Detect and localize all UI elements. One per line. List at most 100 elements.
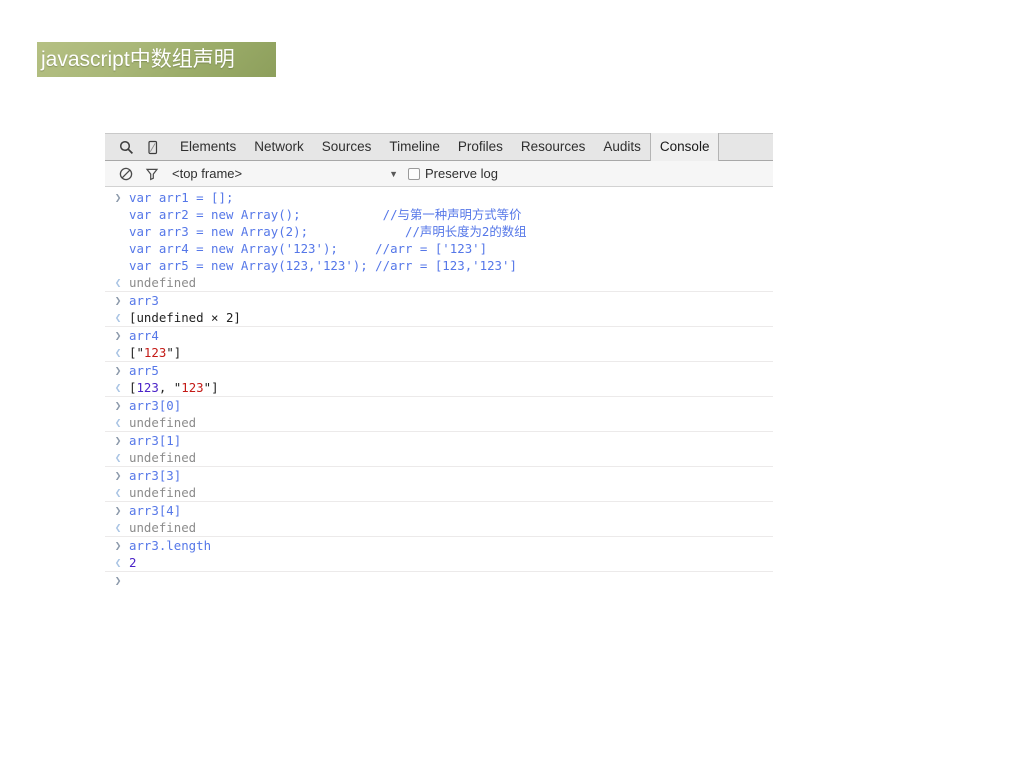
console-message-list[interactable]: ❯ var arr1 = []; var arr2 = new Array();… [105,187,773,589]
console-output-row: ❮ 2 [105,554,773,571]
console-input-code: var arr2 = new Array(); //与第一种声明方式等价 [129,207,522,222]
array-close-bracket: "] [166,345,182,360]
console-output-value: undefined [129,450,197,465]
input-marker-icon: ❯ [114,364,122,377]
output-marker-icon: ❮ [114,556,122,569]
tab-resources[interactable]: Resources [512,133,595,161]
array-string-value: 123 [143,345,167,360]
input-marker-icon: ❯ [114,434,122,447]
tab-audits[interactable]: Audits [594,133,650,161]
tab-profiles[interactable]: Profiles [449,133,512,161]
tab-console[interactable]: Console [649,133,720,161]
output-marker-icon: ❮ [114,381,122,394]
search-icon[interactable] [113,134,139,160]
console-input-code: arr5 [129,363,159,378]
console-output-row: ❮ undefined [105,519,773,536]
devtools-tab-list: Elements Network Sources Timeline Profil… [171,133,720,161]
console-group: ❯ arr3 ❮ [undefined × 2] [105,292,773,327]
console-output-value: ["123"] [129,344,773,361]
array-separator: , " [158,380,182,395]
console-input-row[interactable]: ❯ arr5 [105,362,773,379]
output-marker-icon: ❮ [114,521,122,534]
console-input-code: arr3.length [129,538,212,553]
input-marker-icon: ❯ [114,294,122,307]
device-toggle-icon[interactable] [139,134,165,160]
console-output-value: undefined [129,485,197,500]
devtools-panel: Elements Network Sources Timeline Profil… [105,133,773,589]
console-input-row[interactable]: ❯ arr3[1] [105,432,773,449]
chevron-down-icon: ▼ [389,168,398,179]
execution-context-value: <top frame> [172,166,243,181]
console-input-code: arr3 [129,293,159,308]
output-marker-icon: ❮ [114,486,122,499]
console-prompt-row[interactable]: ❯ [105,572,773,589]
console-input-row-cont: var arr4 = new Array('123'); //arr = ['1… [105,240,773,257]
tab-timeline[interactable]: Timeline [380,133,449,161]
output-marker-icon: ❮ [114,276,122,289]
input-marker-icon: ❯ [114,574,122,587]
console-input-row[interactable]: ❯ arr4 [105,327,773,344]
preserve-log-checkbox[interactable] [408,167,420,180]
devtools-filterbar: <top frame> ▼ Preserve log [105,161,773,187]
preserve-log-toggle[interactable]: Preserve log [408,166,498,181]
console-output-row: ❮ undefined [105,484,773,501]
console-output-value: 2 [129,555,137,570]
console-input-code: var arr5 = new Array(123,'123'); //arr =… [129,258,517,273]
tab-elements[interactable]: Elements [171,133,245,161]
console-group: ❯ arr3[4] ❮ undefined [105,502,773,537]
console-input-code: arr3[1] [129,433,182,448]
console-output-value: undefined [129,415,197,430]
console-input-row[interactable]: ❯ arr3 [105,292,773,309]
filter-funnel-icon[interactable] [139,162,165,186]
clear-console-icon[interactable] [113,162,139,186]
console-input-row[interactable]: ❯ arr3[4] [105,502,773,519]
tab-network[interactable]: Network [245,133,313,161]
console-input-row[interactable]: ❯ arr3.length [105,537,773,554]
console-input-row-cont: var arr2 = new Array(); //与第一种声明方式等价 [105,206,773,223]
array-open-bracket: [" [129,345,144,360]
console-prompt-input[interactable] [129,572,773,589]
output-marker-icon: ❮ [114,416,122,429]
console-output-value: [undefined × 2] [129,310,241,325]
console-group: ❯ arr3[1] ❮ undefined [105,432,773,467]
console-group: ❯ arr5 ❮ [123, "123"] [105,362,773,397]
console-output-row: ❮ [123, "123"] [105,379,773,396]
slide-title: javascript中数组声明 [37,42,276,77]
input-marker-icon: ❯ [114,469,122,482]
console-prompt-group: ❯ [105,572,773,589]
input-marker-icon: ❯ [114,191,122,204]
console-group: ❯ arr3[0] ❮ undefined [105,397,773,432]
output-marker-icon: ❮ [114,451,122,464]
input-marker-icon: ❯ [114,399,122,412]
console-output-row: ❮ undefined [105,274,773,291]
console-input-code: arr3[3] [129,468,182,483]
console-group: ❯ var arr1 = []; var arr2 = new Array();… [105,189,773,292]
console-input-row[interactable]: ❯ arr3[3] [105,467,773,484]
output-marker-icon: ❮ [114,311,122,324]
input-marker-icon: ❯ [114,504,122,517]
console-input-code: var arr1 = []; [129,190,234,205]
tab-sources[interactable]: Sources [313,133,381,161]
console-input-row[interactable]: ❯ var arr1 = []; [105,189,773,206]
console-input-code: arr3[0] [129,398,182,413]
console-input-code: arr3[4] [129,503,182,518]
console-input-code: arr4 [129,328,159,343]
console-group: ❯ arr3.length ❮ 2 [105,537,773,572]
console-group: ❯ arr4 ❮ ["123"] [105,327,773,362]
console-output-value: undefined [129,520,197,535]
console-input-row-cont: var arr5 = new Array(123,'123'); //arr =… [105,257,773,274]
execution-context-select[interactable]: <top frame> ▼ [172,166,400,181]
console-input-row-cont: var arr3 = new Array(2); //声明长度为2的数组 [105,223,773,240]
array-number-value: 123 [136,380,159,395]
input-marker-icon: ❯ [114,329,122,342]
console-output-row: ❮ undefined [105,414,773,431]
console-output-row: ❮ ["123"] [105,344,773,361]
console-input-row[interactable]: ❯ arr3[0] [105,397,773,414]
console-input-code: var arr3 = new Array(2); //声明长度为2的数组 [129,224,527,239]
console-output-value: undefined [129,275,197,290]
preserve-log-label: Preserve log [425,166,498,181]
console-input-code: var arr4 = new Array('123'); //arr = ['1… [129,241,488,256]
console-group: ❯ arr3[3] ❮ undefined [105,467,773,502]
input-marker-icon: ❯ [114,539,122,552]
console-output-row: ❮ [undefined × 2] [105,309,773,326]
